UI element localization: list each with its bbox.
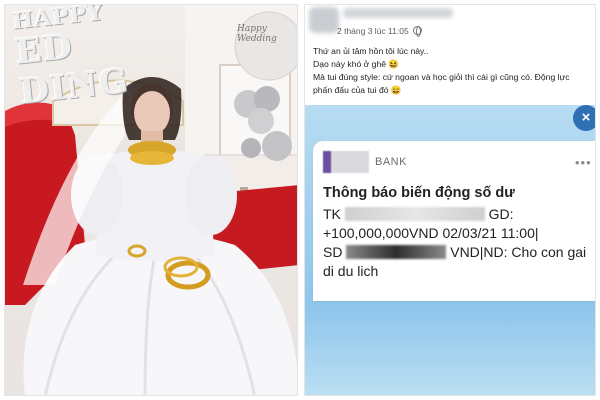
post-caption: Thứ an ủi tâm hồn tôi lúc này.. Dạo này … — [313, 45, 591, 97]
happy-wedding-banner: HAPPY ED DING — [11, 5, 171, 113]
more-options-icon[interactable]: ••• — [575, 155, 592, 170]
post-header: 2 tháng 3 lúc 11:05 — [305, 5, 595, 45]
banner-line-2: ED DING — [13, 26, 131, 113]
redacted-balance — [346, 245, 447, 259]
balance-line: SD VND|ND: Cho con gai — [323, 243, 595, 262]
post-timestamp[interactable]: 2 tháng 3 lúc 11:05 — [337, 26, 409, 36]
caption-line: Mà tui đúng style: cứ ngoan và học giỏi … — [313, 72, 570, 95]
social-post: 2 tháng 3 lúc 11:05 Thứ an ủi tâm hồn tô… — [304, 4, 596, 396]
notification-body: TK GD: +100,000,000VND 02/03/21 11:00| S… — [323, 205, 595, 281]
account-line: TK GD: — [323, 205, 595, 224]
amount-line: +100,000,000VND 02/03/21 11:00| — [323, 225, 539, 241]
balloon-label: Happy Wedding — [237, 24, 277, 44]
avatar[interactable] — [309, 7, 339, 33]
account-prefix: TK — [323, 206, 341, 222]
author-name-blurred[interactable] — [343, 8, 453, 18]
redacted-account-number — [344, 207, 485, 221]
caption-line: Dạo này khó ở ghê 😆 — [313, 59, 400, 69]
bank-name: BANK — [375, 156, 407, 168]
balance-prefix: SD — [323, 244, 343, 260]
bank-notification-card: BANK ••• Thông báo biến động số dư TK GD… — [313, 141, 595, 301]
balance-suffix: VND|ND: Cho con gai — [450, 244, 587, 260]
account-suffix: GD: — [488, 206, 514, 222]
bank-logo-icon — [323, 151, 369, 173]
description-line: di du lich — [323, 263, 379, 279]
caption-line: Thứ an ủi tâm hồn tôi lúc này.. — [313, 46, 429, 56]
notification-title: Thông báo biến động số dư — [323, 185, 515, 201]
wedding-photo: HAPPY ED DING Happy Wedding — [4, 4, 298, 396]
globe-icon — [413, 26, 422, 37]
close-icon[interactable]: × — [573, 105, 595, 131]
